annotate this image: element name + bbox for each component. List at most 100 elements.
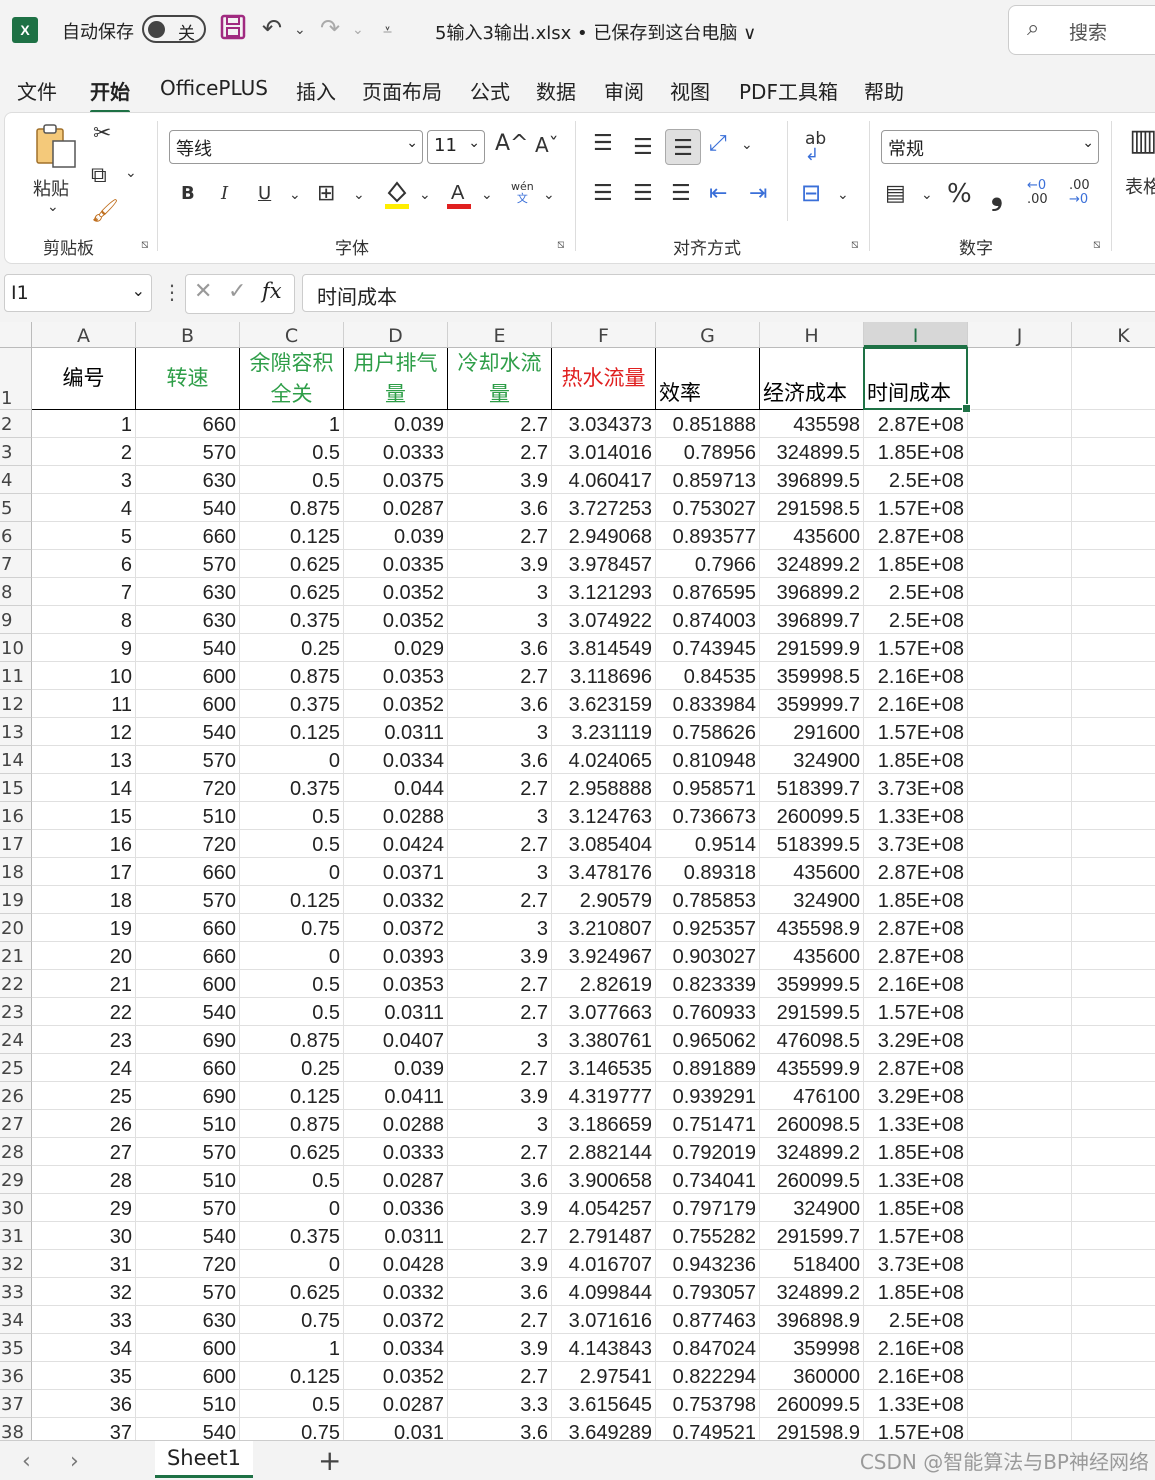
table-cell[interactable]: 4.099844 — [552, 1278, 656, 1306]
align-top-icon[interactable]: ☰ — [593, 131, 613, 156]
empty-cell[interactable] — [968, 1110, 1072, 1138]
tab-officeplus[interactable]: OfficePLUS — [160, 76, 268, 100]
table-cell[interactable]: 3.6 — [448, 690, 552, 718]
table-cell[interactable]: 3.29E+08 — [864, 1026, 968, 1054]
table-cell[interactable]: 359998 — [760, 1334, 864, 1362]
table-cell[interactable]: 2.7 — [448, 886, 552, 914]
merge-center-icon[interactable]: ⊟ — [801, 179, 821, 207]
header-cell[interactable]: 热水流量 — [552, 348, 656, 410]
table-cell[interactable]: 0.823339 — [656, 970, 760, 998]
table-cell[interactable]: 4.054257 — [552, 1194, 656, 1222]
table-cell[interactable]: 600 — [136, 662, 240, 690]
table-cell[interactable]: 16 — [32, 830, 136, 858]
table-cell[interactable]: 1.85E+08 — [864, 550, 968, 578]
row-header[interactable]: 1 — [0, 348, 32, 410]
table-cell[interactable]: 9 — [32, 634, 136, 662]
table-cell[interactable]: 3.615645 — [552, 1390, 656, 1418]
empty-cell[interactable] — [1072, 886, 1155, 914]
row-header[interactable]: 35 — [0, 1334, 32, 1362]
tab-home[interactable]: 开始 — [90, 76, 130, 114]
table-cell[interactable]: 0.125 — [240, 1362, 344, 1390]
wrap-text-icon[interactable]: ab ↲ — [805, 131, 826, 164]
table-cell[interactable]: 0.810948 — [656, 746, 760, 774]
table-cell[interactable]: 3.380761 — [552, 1026, 656, 1054]
empty-cell[interactable] — [1072, 438, 1155, 466]
row-header[interactable]: 25 — [0, 1054, 32, 1082]
table-cell[interactable]: 0.925357 — [656, 914, 760, 942]
table-cell[interactable]: 4.060417 — [552, 466, 656, 494]
table-cell[interactable]: 0.0372 — [344, 914, 448, 942]
row-header[interactable]: 16 — [0, 802, 32, 830]
table-cell[interactable]: 690 — [136, 1082, 240, 1110]
empty-cell[interactable] — [1072, 550, 1155, 578]
empty-cell[interactable] — [1072, 1054, 1155, 1082]
table-cell[interactable]: 1.57E+08 — [864, 1418, 968, 1440]
table-cell[interactable]: 14 — [32, 774, 136, 802]
table-cell[interactable]: 570 — [136, 550, 240, 578]
table-cell[interactable]: 3.73E+08 — [864, 774, 968, 802]
table-cell[interactable]: 396898.9 — [760, 1306, 864, 1334]
table-cell[interactable]: 0.0333 — [344, 438, 448, 466]
table-cell[interactable]: 570 — [136, 746, 240, 774]
table-cell[interactable]: 0.0353 — [344, 662, 448, 690]
column-header-k[interactable]: K — [1072, 322, 1155, 348]
table-cell[interactable]: 540 — [136, 634, 240, 662]
table-cell[interactable]: 0.125 — [240, 1082, 344, 1110]
row-header[interactable]: 34 — [0, 1306, 32, 1334]
table-cell[interactable]: 3.014016 — [552, 438, 656, 466]
table-cell[interactable]: 29 — [32, 1194, 136, 1222]
paste-icon[interactable] — [33, 123, 79, 174]
table-cell[interactable]: 0.734041 — [656, 1166, 760, 1194]
empty-cell[interactable] — [968, 998, 1072, 1026]
empty-cell[interactable] — [1072, 1082, 1155, 1110]
table-cell[interactable]: 3.085404 — [552, 830, 656, 858]
table-cell[interactable]: 2.7 — [448, 830, 552, 858]
table-cell[interactable]: 510 — [136, 802, 240, 830]
table-cell[interactable]: 3 — [448, 914, 552, 942]
table-cell[interactable]: 0.0334 — [344, 1334, 448, 1362]
table-cell[interactable]: 0.859713 — [656, 466, 760, 494]
underline-button[interactable]: U — [258, 183, 271, 204]
prev-sheet-icon[interactable]: ‹ — [22, 1449, 31, 1474]
table-cell[interactable]: 2.16E+08 — [864, 690, 968, 718]
table-cell[interactable]: 24 — [32, 1054, 136, 1082]
row-header[interactable]: 29 — [0, 1166, 32, 1194]
empty-cell[interactable] — [968, 1306, 1072, 1334]
increase-decimal-icon[interactable]: ←0.00 — [1027, 179, 1048, 207]
table-cell[interactable]: 359999.7 — [760, 690, 864, 718]
table-cell[interactable]: 4.024065 — [552, 746, 656, 774]
borders-icon[interactable]: ⊞ — [317, 181, 335, 206]
row-header[interactable]: 30 — [0, 1194, 32, 1222]
table-cell[interactable]: 2.7 — [448, 998, 552, 1026]
table-cell[interactable]: 27 — [32, 1138, 136, 1166]
table-cell[interactable]: 0.755282 — [656, 1222, 760, 1250]
table-cell[interactable]: 6 — [32, 550, 136, 578]
row-header[interactable]: 20 — [0, 914, 32, 942]
table-cell[interactable]: 1 — [240, 410, 344, 438]
table-cell[interactable]: 0.125 — [240, 718, 344, 746]
empty-cell[interactable] — [968, 410, 1072, 438]
table-cell[interactable]: 0.7966 — [656, 550, 760, 578]
table-cell[interactable]: 720 — [136, 774, 240, 802]
header-cell[interactable]: 时间成本 — [864, 348, 968, 410]
table-cell[interactable]: 4.143843 — [552, 1334, 656, 1362]
table-cell[interactable]: 0.039 — [344, 522, 448, 550]
empty-cell[interactable] — [1072, 494, 1155, 522]
table-cell[interactable]: 3 — [448, 606, 552, 634]
table-cell[interactable]: 0.0372 — [344, 1306, 448, 1334]
table-cell[interactable]: 510 — [136, 1166, 240, 1194]
table-cell[interactable]: 0.0424 — [344, 830, 448, 858]
table-cell[interactable]: 2.87E+08 — [864, 942, 968, 970]
name-box[interactable]: I1 ⌄ — [4, 274, 152, 312]
table-cell[interactable]: 1.57E+08 — [864, 1222, 968, 1250]
table-cell[interactable]: 0.0407 — [344, 1026, 448, 1054]
table-cell[interactable]: 3.121293 — [552, 578, 656, 606]
font-name-select[interactable]: 等线 ⌄ — [169, 130, 423, 164]
table-cell[interactable]: 32 — [32, 1278, 136, 1306]
add-sheet-button[interactable]: + — [318, 1444, 341, 1477]
table-cell[interactable]: 3.118696 — [552, 662, 656, 690]
table-cell[interactable]: 260099.5 — [760, 1166, 864, 1194]
empty-cell[interactable] — [1072, 1418, 1155, 1440]
table-cell[interactable]: 720 — [136, 1250, 240, 1278]
table-cell[interactable]: 0.0332 — [344, 1278, 448, 1306]
